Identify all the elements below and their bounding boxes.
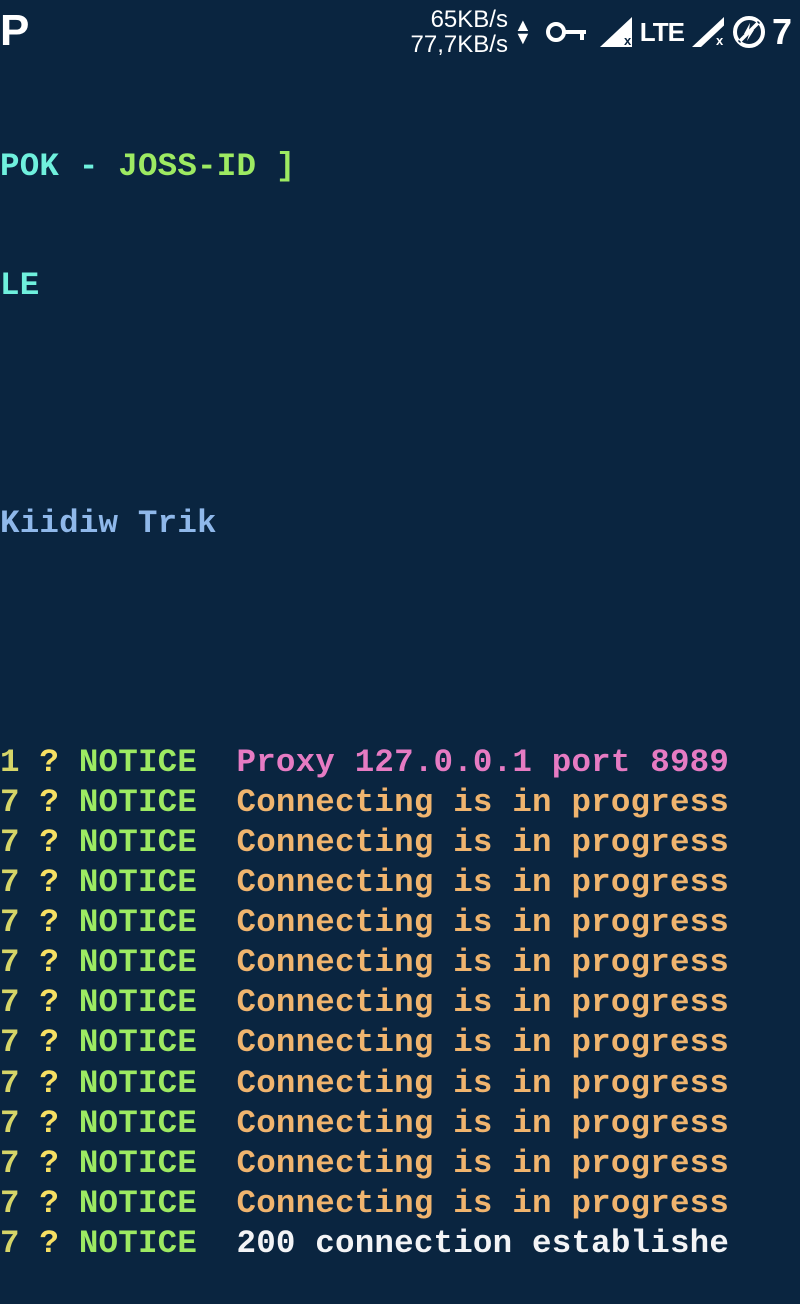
log-line: 1 ? NOTICE Proxy 127.0.0.1 port 8989 xyxy=(0,743,800,783)
log-message: Connecting is in progress xyxy=(236,864,729,901)
log-q: ? xyxy=(39,904,78,941)
speed-down: 77,7KB/s xyxy=(411,32,508,57)
log-message: Connecting is in progress xyxy=(236,1105,729,1142)
log-q: ? xyxy=(39,1105,78,1142)
app-logo: P xyxy=(0,6,27,56)
log-num: 7 xyxy=(0,864,39,901)
log-message: Connecting is in progress xyxy=(236,1024,729,1061)
terminal-output: POK - JOSS-ID ] LE Kiidiw Trik 1 ? NOTIC… xyxy=(0,64,800,1304)
header-line-1: POK - JOSS-ID ] xyxy=(0,147,800,187)
log-q: ? xyxy=(39,1185,78,1222)
log-level: NOTICE xyxy=(79,1105,237,1142)
log-q: ? xyxy=(39,1024,78,1061)
log-q: ? xyxy=(39,744,78,781)
header-line-2: LE xyxy=(0,266,800,306)
log-q: ? xyxy=(39,824,78,861)
log-line: 7 ? NOTICE Connecting is in progress xyxy=(0,1144,800,1184)
log-line: 7 ? NOTICE Connecting is in progress xyxy=(0,863,800,903)
svg-text:x: x xyxy=(624,33,632,47)
log-message: Connecting is in progress xyxy=(236,904,729,941)
log-level: NOTICE xyxy=(79,784,237,821)
author-line: Kiidiw Trik xyxy=(0,504,800,544)
log-level: NOTICE xyxy=(79,1145,237,1182)
battery-percent-partial: 7 xyxy=(772,11,792,53)
log-message: Connecting is in progress xyxy=(236,1145,729,1182)
log-num: 7 xyxy=(0,824,39,861)
log-level: NOTICE xyxy=(79,824,237,861)
log-level: NOTICE xyxy=(79,984,237,1021)
log-num: 7 xyxy=(0,1065,39,1102)
log-q: ? xyxy=(39,864,78,901)
speed-up: 65KB/s xyxy=(431,7,508,32)
log-level: NOTICE xyxy=(79,864,237,901)
log-level: NOTICE xyxy=(79,944,237,981)
lte-label: LTE xyxy=(640,17,684,48)
log-line: 7 ? NOTICE Connecting is in progress xyxy=(0,983,800,1023)
blank-line xyxy=(0,385,800,425)
log-q: ? xyxy=(39,1225,78,1262)
log-level: NOTICE xyxy=(79,1024,237,1061)
log-num: 1 xyxy=(0,744,39,781)
log-message: Proxy 127.0.0.1 port 8989 xyxy=(236,744,729,781)
log-message: Connecting is in progress xyxy=(236,784,729,821)
log-level: NOTICE xyxy=(79,1065,237,1102)
log-q: ? xyxy=(39,1145,78,1182)
status-bar: P 65KB/s 77,7KB/s ▲▼ x LTE x xyxy=(0,0,800,64)
log-q: ? xyxy=(39,984,78,1021)
log-num: 7 xyxy=(0,1105,39,1142)
log-line: 7 ? NOTICE 200 connection establishe xyxy=(0,1224,800,1264)
log-message: Connecting is in progress xyxy=(236,824,729,861)
vpn-key-icon xyxy=(546,20,590,44)
log-num: 7 xyxy=(0,984,39,1021)
log-line: 7 ? NOTICE Connecting is in progress xyxy=(0,783,800,823)
log-message: Connecting is in progress xyxy=(236,1185,729,1222)
log-message: Connecting is in progress xyxy=(236,1065,729,1102)
log-level: NOTICE xyxy=(79,904,237,941)
log-q: ? xyxy=(39,784,78,821)
log-line: 7 ? NOTICE Connecting is in progress xyxy=(0,1184,800,1224)
log-level: NOTICE xyxy=(79,744,237,781)
log-level: NOTICE xyxy=(79,1225,237,1262)
log-line: 7 ? NOTICE Connecting is in progress xyxy=(0,1104,800,1144)
signal-icon-2: x xyxy=(692,17,724,47)
log-level: NOTICE xyxy=(79,1185,237,1222)
log-num: 7 xyxy=(0,944,39,981)
log-message: Connecting is in progress xyxy=(236,944,729,981)
log-num: 7 xyxy=(0,1185,39,1222)
log-lines: 1 ? NOTICE Proxy 127.0.0.1 port 89897 ? … xyxy=(0,743,800,1265)
log-message: Connecting is in progress xyxy=(236,984,729,1021)
log-q: ? xyxy=(39,1065,78,1102)
speed-arrows-icon: ▲▼ xyxy=(514,19,532,44)
log-num: 7 xyxy=(0,904,39,941)
log-line: 7 ? NOTICE Connecting is in progress xyxy=(0,823,800,863)
log-message: 200 connection establishe xyxy=(236,1225,729,1262)
log-num: 7 xyxy=(0,1225,39,1262)
log-line: 7 ? NOTICE Connecting is in progress xyxy=(0,903,800,943)
log-line: 7 ? NOTICE Connecting is in progress xyxy=(0,943,800,983)
log-line: 7 ? NOTICE Connecting is in progress xyxy=(0,1064,800,1104)
log-line: 7 ? NOTICE Connecting is in progress xyxy=(0,1023,800,1063)
no-charge-icon xyxy=(732,15,766,49)
log-num: 7 xyxy=(0,1145,39,1182)
signal-icon-1: x xyxy=(600,17,632,47)
blank-line xyxy=(0,623,800,663)
network-speed: 65KB/s 77,7KB/s xyxy=(411,7,508,57)
log-num: 7 xyxy=(0,1024,39,1061)
svg-text:x: x xyxy=(716,33,724,47)
log-q: ? xyxy=(39,944,78,981)
log-num: 7 xyxy=(0,784,39,821)
